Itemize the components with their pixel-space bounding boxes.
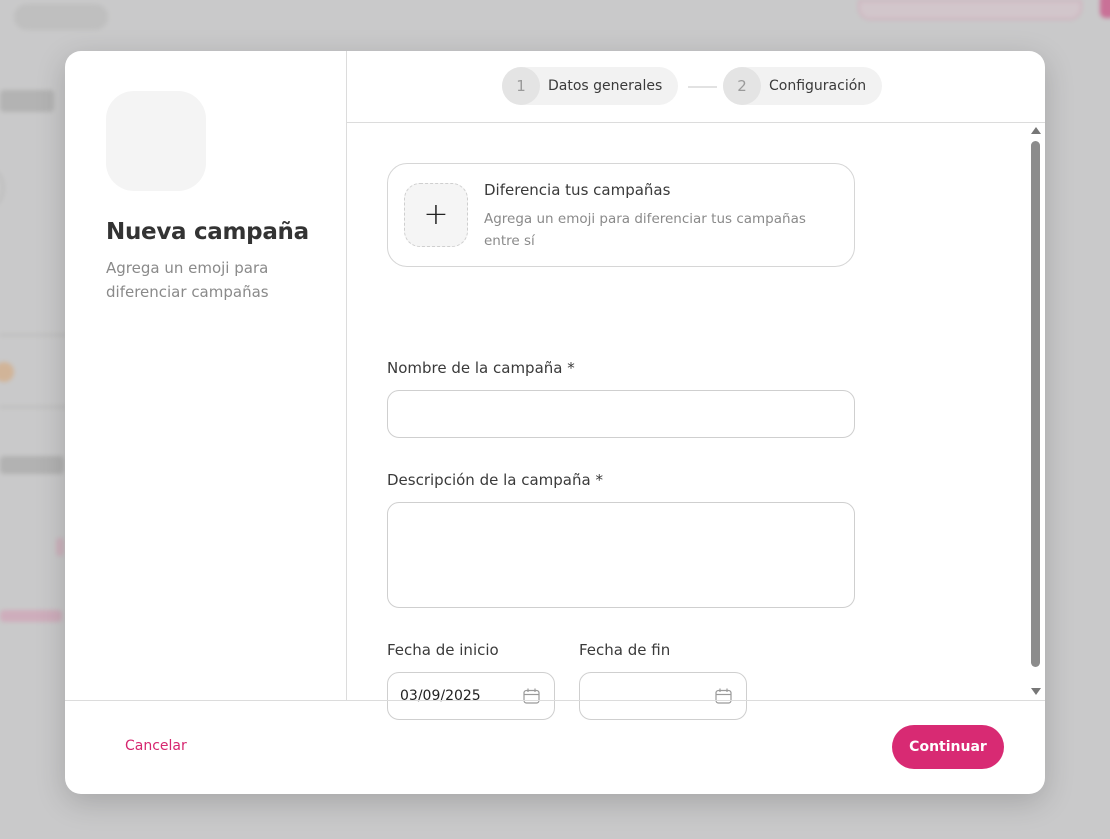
scroll-down-arrow-icon[interactable]	[1031, 688, 1041, 695]
plus-icon: +	[423, 197, 449, 232]
step-configuracion[interactable]: 2 Configuración	[723, 67, 883, 105]
start-date-label: Fecha de inicio	[387, 641, 499, 659]
modal-subtitle: Agrega un emoji para diferenciar campaña…	[106, 259, 269, 301]
modal-title: Nueva campaña	[106, 219, 309, 245]
cancel-button[interactable]: Cancelar	[125, 738, 187, 754]
scrollbar-thumb[interactable]	[1031, 141, 1040, 667]
form-scroll-area[interactable]: + Diferencia tus campañas Agrega un emoj…	[347, 124, 1045, 720]
scroll-up-arrow-icon[interactable]	[1031, 127, 1041, 134]
step-number: 1	[502, 67, 540, 105]
step-connector	[688, 86, 717, 88]
modal-left-panel: Nueva campaña Agrega un emoji para difer…	[65, 51, 347, 700]
emoji-card-title: Diferencia tus campañas	[484, 181, 671, 199]
add-emoji-button[interactable]: +	[404, 183, 468, 247]
campaign-name-label: Nombre de la campaña *	[387, 359, 575, 377]
campaign-description-label: Descripción de la campaña *	[387, 471, 603, 489]
step-datos-generales[interactable]: 1 Datos generales	[502, 67, 679, 105]
step-number: 2	[723, 67, 761, 105]
modal-footer: Cancelar Continuar	[65, 700, 1045, 794]
step-label: Configuración	[769, 78, 867, 94]
campaign-name-input[interactable]	[387, 390, 855, 438]
emoji-card-description: Agrega un emoji para diferenciar tus cam…	[484, 211, 806, 249]
emoji-picker-card: + Diferencia tus campañas Agrega un emoj…	[387, 163, 855, 267]
modal-right-panel: 1 Datos generales 2 Configuración + Dife…	[347, 51, 1045, 720]
campaign-description-input[interactable]	[387, 502, 855, 608]
end-date-label: Fecha de fin	[579, 641, 671, 659]
continue-button[interactable]: Continuar	[892, 725, 1004, 769]
emoji-preview	[106, 91, 206, 191]
step-label: Datos generales	[548, 78, 663, 94]
stepper: 1 Datos generales 2 Configuración	[347, 51, 1045, 123]
new-campaign-modal: Nueva campaña Agrega un emoji para difer…	[65, 51, 1045, 794]
